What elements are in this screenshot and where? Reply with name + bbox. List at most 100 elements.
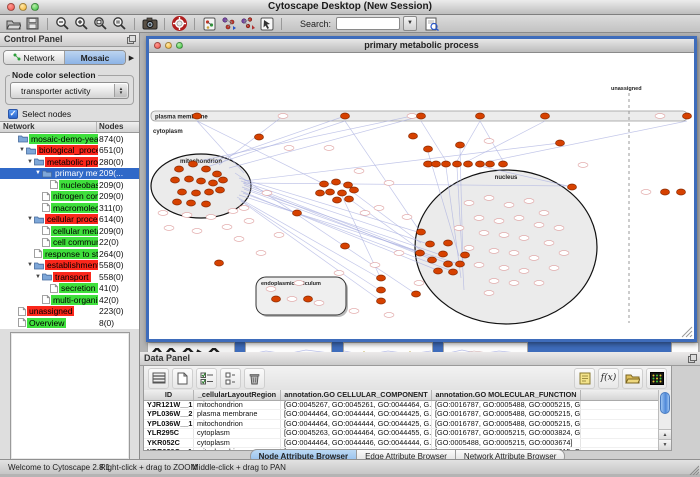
graph-node-label[interactable] [549,266,559,271]
tree-row[interactable]: multi-organism pro42(0) [0,294,139,306]
tree-row[interactable]: macromolecule311(0) [0,202,139,214]
graph-node-label[interactable] [158,211,168,216]
graph-node-label[interactable] [266,287,276,292]
graph-node[interactable] [486,161,495,167]
graph-node[interactable] [219,177,228,183]
matrix-icon[interactable] [646,368,667,389]
tree-row[interactable]: ▼establishment of lo558(0) [0,260,139,272]
graph-node[interactable] [341,113,350,119]
graph-node-label[interactable] [228,209,238,214]
graph-node[interactable] [461,252,470,258]
graph-node-label[interactable] [655,114,665,119]
save-icon[interactable] [24,16,41,31]
graph-node[interactable] [541,113,550,119]
graph-node[interactable] [326,189,335,195]
graph-node-label[interactable] [287,297,297,302]
background-window-fragment[interactable] [443,342,528,352]
tab-network[interactable]: Network [4,51,65,64]
column-header[interactable]: annotation.GO MOLECULAR_FUNCTION [432,390,581,400]
help-ring-icon[interactable] [171,16,188,31]
graph-node[interactable] [377,287,386,293]
graph-node-label[interactable] [206,215,216,220]
graph-node-label[interactable] [454,226,464,231]
graph-node[interactable] [453,161,462,167]
graph-node-label[interactable] [641,190,651,195]
graph-node[interactable] [444,240,453,246]
zoom-selected-icon[interactable] [111,16,128,31]
graph-node[interactable] [255,134,264,140]
graph-node-label[interactable] [402,215,412,220]
graph-node[interactable] [439,251,448,257]
zoom-out-icon[interactable] [54,16,71,31]
graph-node-label[interactable] [519,236,529,241]
tree-column-network[interactable]: Network [0,122,97,132]
graph-node[interactable] [350,187,359,193]
graph-node[interactable] [556,140,565,146]
graph-node-label[interactable] [524,199,534,204]
tab-mosaic[interactable]: Mosaic [65,51,125,64]
graph-node-label[interactable] [349,309,359,314]
graph-node-label[interactable] [554,226,564,231]
graph-node[interactable] [417,113,426,119]
graph-node[interactable] [677,189,686,195]
graph-node[interactable] [272,296,281,302]
background-window-fragment[interactable] [671,342,699,352]
graph-node-label[interactable] [334,271,344,276]
zoom-in-icon[interactable] [73,16,90,31]
graph-node[interactable] [197,178,206,184]
table-row[interactable]: YPL036W__1mitochondrion[GO:0044464, GO:0… [144,420,658,429]
graph-node-label[interactable] [534,223,544,228]
graph-node[interactable] [377,298,386,304]
tree-expand-arrow[interactable]: ▼ [34,274,42,280]
graph-node[interactable] [175,166,184,172]
graph-node[interactable] [333,197,342,203]
graph-node[interactable] [316,190,325,196]
tree-row[interactable]: ▼metabolic process280(0) [0,156,139,168]
graph-node-label[interactable] [222,225,232,230]
open-file-icon[interactable] [5,16,22,31]
advanced-search-icon[interactable] [423,16,440,31]
graph-node[interactable] [213,171,222,177]
graph-node[interactable] [202,201,211,207]
graph-node[interactable] [192,190,201,196]
float-panel-icon[interactable] [127,35,136,44]
tree-row[interactable]: ▼cellular process614(0) [0,214,139,226]
graph-node[interactable] [499,161,508,167]
background-window-fragment[interactable] [147,342,235,352]
tree-row[interactable]: nitrogen compo209(0) [0,191,139,203]
tree-expand-arrow[interactable]: ▼ [34,170,42,176]
graph-node-label[interactable] [489,249,499,254]
graph-node-label[interactable] [578,163,588,168]
graph-node[interactable] [432,161,441,167]
graph-node-label[interactable] [234,237,244,242]
graph-node[interactable] [185,176,194,182]
table-row[interactable]: YPL036W__2plasma membrane[GO:0044464, GO… [144,410,658,419]
select-nodes-checkbox[interactable]: ✓ [8,109,18,119]
graph-node-label[interactable] [534,281,544,286]
graph-node-label[interactable] [164,226,174,231]
graph-node[interactable] [304,296,313,302]
graph-node[interactable] [683,113,692,119]
table-scrollbar[interactable]: ▲ ▼ [658,390,671,450]
tree-expand-arrow[interactable]: ▼ [26,262,34,268]
layout-nodes-icon[interactable] [220,16,237,31]
graph-node-label[interactable] [489,279,499,284]
graph-node[interactable] [424,146,433,152]
graph-node-label[interactable] [474,263,484,268]
tree-row[interactable]: ▼transport558(0) [0,271,139,283]
graph-node-label[interactable] [514,216,524,221]
graph-node-label[interactable] [494,219,504,224]
graph-node-label[interactable] [354,169,364,174]
graph-node-label[interactable] [278,114,288,119]
graph-node-label[interactable] [464,246,474,251]
graph-node[interactable] [215,260,224,266]
graph-node[interactable] [412,291,421,297]
create-attribute-icon[interactable] [172,368,193,389]
column-header[interactable]: annotation.GO CELLULAR_COMPONENT [281,390,432,400]
search-input[interactable] [336,17,400,30]
modify-network-icon[interactable] [201,16,218,31]
graph-node-label[interactable] [394,251,404,256]
search-dropdown-button[interactable]: ▼ [403,16,417,31]
graph-node[interactable] [428,257,437,263]
graph-node[interactable] [189,161,198,167]
